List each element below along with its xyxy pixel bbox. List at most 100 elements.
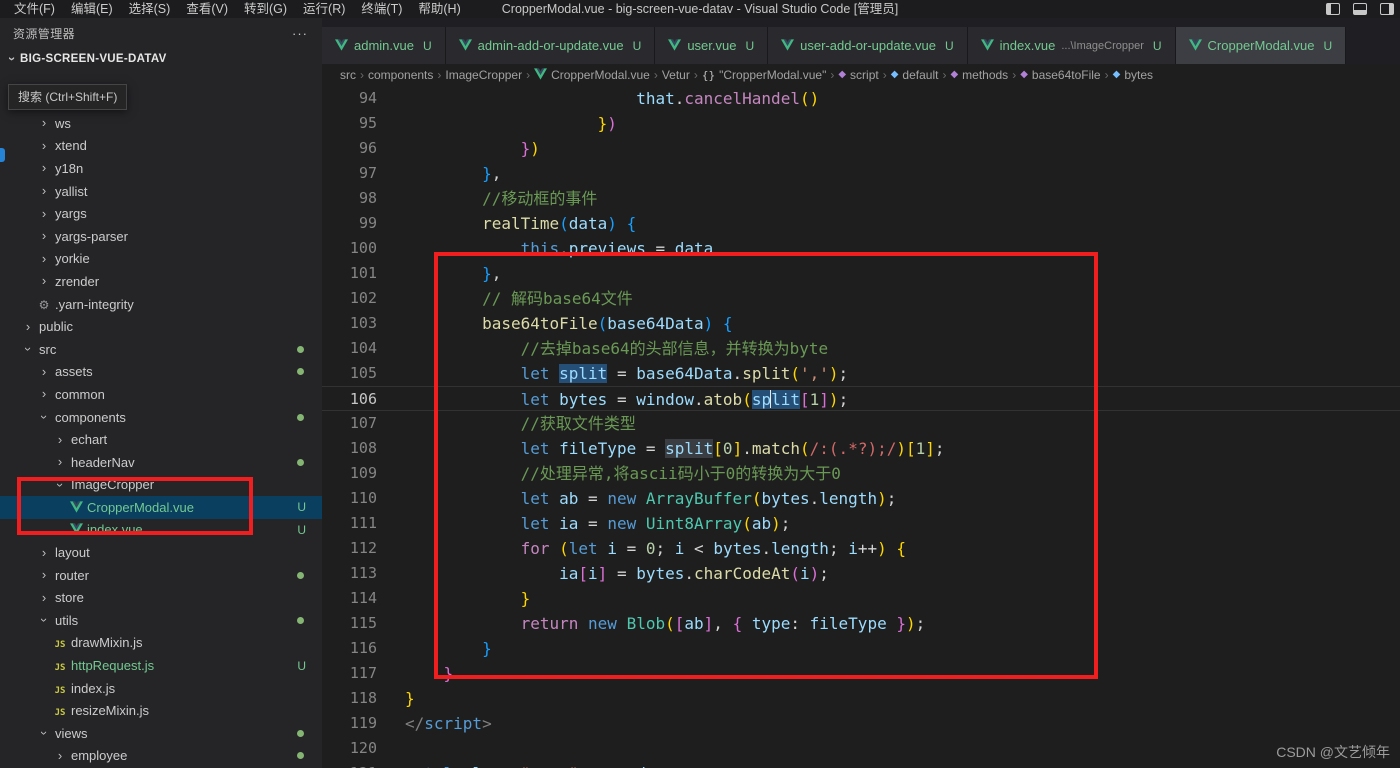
editor-tab[interactable]: admin-add-or-update.vue U <box>445 27 656 64</box>
editor-tab[interactable]: CropperModal.vue U <box>1175 27 1347 64</box>
menu-item[interactable]: 运行(R) <box>295 0 353 18</box>
tree-item-yargs-parser[interactable]: › yargs-parser <box>0 225 322 248</box>
toggle-secondary-sidebar-icon[interactable] <box>1380 2 1394 15</box>
tree-item-utils[interactable]: › utils <box>0 609 322 632</box>
code-editor[interactable]: 94 that.cancelHandel() 95 }) 96 }) 97 }, 98 … <box>322 86 1400 768</box>
tree-item-ImageCropper[interactable]: › ImageCropper <box>0 474 322 497</box>
breadcrumb-item[interactable]: ◆ base64toFile <box>1020 68 1100 82</box>
tree-item-httpRequest.js[interactable]: JS httpRequest.js U <box>0 654 322 677</box>
tree-item-resizeMixin.js[interactable]: JS resizeMixin.js <box>0 699 322 722</box>
watermark: CSDN @文艺倾年 <box>1276 744 1390 760</box>
breadcrumb-item[interactable]: CropperModal.vue <box>534 68 650 82</box>
git-modified-dot <box>297 368 304 376</box>
code-line[interactable]: 102 // 解码base64文件 <box>322 286 1400 311</box>
chevron-right-icon: › <box>437 68 442 82</box>
tree-item-employee[interactable]: › employee <box>0 745 322 768</box>
editor-tab[interactable]: index.vue ...\ImageCropper U <box>967 27 1176 64</box>
breadcrumb-item[interactable]: ImageCropper <box>445 68 522 82</box>
tab-description: ...\ImageCropper <box>1061 39 1144 52</box>
tree-item-y18n[interactable]: › y18n <box>0 157 322 180</box>
code-line[interactable]: 115 return new Blob([ab], { type: fileTy… <box>322 611 1400 636</box>
menu-item[interactable]: 查看(V) <box>178 0 236 18</box>
menu-item[interactable]: 帮助(H) <box>410 0 468 18</box>
editor-tab[interactable]: user-add-or-update.vue U <box>768 27 968 64</box>
code-line[interactable]: 118} <box>322 686 1400 711</box>
tab-bar: admin.vue Uadmin-add-or-update.vue Uuser.v… <box>322 18 1400 64</box>
tree-item-CropperModal.vue[interactable]: CropperModal.vue U <box>0 496 322 519</box>
tree-item-views[interactable]: › views <box>0 722 322 745</box>
code-line[interactable]: 107 //获取文件类型 <box>322 411 1400 436</box>
tree-item-store[interactable]: › store <box>0 586 322 609</box>
menu-item[interactable]: 选择(S) <box>121 0 179 18</box>
tree-item-common[interactable]: › common <box>0 383 322 406</box>
code-line[interactable]: 106 let bytes = window.atob(split[1]); <box>322 386 1400 411</box>
breadcrumb-item[interactable]: ◆ methods <box>950 68 1008 82</box>
code-line[interactable]: 121<style lang="scss" scoped> <box>322 761 1400 768</box>
symbol-method-icon: ◆ <box>950 69 959 80</box>
tree-item-src[interactable]: › src <box>0 338 322 361</box>
code-line[interactable]: 119 </script> <box>322 711 1400 736</box>
tree-item-.yarn-integrity[interactable]: ⚙ .yarn-integrity <box>0 293 322 316</box>
code-line[interactable]: 97 }, <box>322 161 1400 186</box>
editor-tab[interactable]: user.vue U <box>655 27 769 64</box>
code-line[interactable]: 94 that.cancelHandel() <box>322 86 1400 111</box>
project-root-row[interactable]: › BIG-SCREEN-VUE-DATAV <box>0 48 322 70</box>
tree-item-zrender[interactable]: › zrender <box>0 270 322 293</box>
more-actions-icon[interactable]: ··· <box>292 26 308 41</box>
code-line[interactable]: 109 //处理异常,将ascii码小于0的转换为大于0 <box>322 461 1400 486</box>
code-line[interactable]: 112 for (let i = 0; i < bytes.length; i+… <box>322 536 1400 561</box>
line-number: 109 <box>349 464 377 482</box>
tree-item-components[interactable]: › components <box>0 406 322 429</box>
tab-label: user.vue <box>687 38 737 53</box>
breadcrumb-item[interactable]: {} "CropperModal.vue" <box>702 68 827 82</box>
code-line[interactable]: 116 } <box>322 636 1400 661</box>
tree-item-index.vue[interactable]: index.vue U <box>0 519 322 542</box>
workbench: 资源管理器 ··· › BIG-SCREEN-VUE-DATAV › ws › xte… <box>0 18 1400 768</box>
menu-item[interactable]: 文件(F) <box>6 0 63 18</box>
code-line[interactable]: 98 //移动框的事件 <box>322 186 1400 211</box>
line-number: 103 <box>349 314 377 332</box>
breadcrumb-item[interactable]: Vetur <box>662 68 690 82</box>
breadcrumb-item[interactable]: components <box>368 68 433 82</box>
tree-item-label: yorkie <box>55 251 90 267</box>
code-line[interactable]: 120 <box>322 736 1400 761</box>
editor-tab[interactable]: admin.vue U <box>322 27 446 64</box>
tree-item-headerNav[interactable]: › headerNav <box>0 451 322 474</box>
tree-item-index.js[interactable]: JS index.js <box>0 677 322 700</box>
code-line[interactable]: 111 let ia = new Uint8Array(ab); <box>322 511 1400 536</box>
code-line[interactable]: 100 this.previews = data <box>322 236 1400 261</box>
code-line[interactable]: 101 }, <box>322 261 1400 286</box>
code-line[interactable]: 105 let split = base64Data.split(','); <box>322 361 1400 386</box>
tree-item-ws[interactable]: › ws <box>0 112 322 135</box>
breadcrumb-item[interactable]: ◆ bytes <box>1113 68 1153 82</box>
tree-item-yargs[interactable]: › yargs <box>0 202 322 225</box>
code-line[interactable]: 108 let fileType = split[0].match(/:(.*?… <box>322 436 1400 461</box>
tree-item-assets[interactable]: › assets <box>0 361 322 384</box>
tree-item-xtend[interactable]: › xtend <box>0 135 322 158</box>
tree-item-echart[interactable]: › echart <box>0 428 322 451</box>
code-line[interactable]: 114 } <box>322 586 1400 611</box>
tree-item-layout[interactable]: › layout <box>0 541 322 564</box>
breadcrumb-item[interactable]: ◆ script <box>838 68 878 82</box>
breadcrumb-item[interactable]: src <box>340 68 356 82</box>
code-line[interactable]: 110 let ab = new ArrayBuffer(bytes.lengt… <box>322 486 1400 511</box>
menu-item[interactable]: 转到(G) <box>236 0 295 18</box>
code-line[interactable]: 104 //去掉base64的头部信息，并转换为byte <box>322 336 1400 361</box>
code-line[interactable]: 117 } <box>322 661 1400 686</box>
tree-item-router[interactable]: › router <box>0 564 322 587</box>
code-line[interactable]: 113 ia[i] = bytes.charCodeAt(i); <box>322 561 1400 586</box>
tree-item-yorkie[interactable]: › yorkie <box>0 248 322 271</box>
tree-item-drawMixin.js[interactable]: JS drawMixin.js <box>0 632 322 655</box>
tree-item-public[interactable]: › public <box>0 315 322 338</box>
toggle-sidebar-icon[interactable] <box>1326 2 1340 15</box>
menu-item[interactable]: 终端(T) <box>353 0 410 18</box>
code-line[interactable]: 95 }) <box>322 111 1400 136</box>
code-line[interactable]: 99 realTime(data) { <box>322 211 1400 236</box>
breadcrumb-item[interactable]: ◆ default <box>891 68 939 82</box>
tree-item-yallist[interactable]: › yallist <box>0 180 322 203</box>
toggle-panel-icon[interactable] <box>1353 2 1367 15</box>
explorer-title: 资源管理器 <box>13 26 76 41</box>
code-line[interactable]: 103 base64toFile(base64Data) { <box>322 311 1400 336</box>
menu-item[interactable]: 编辑(E) <box>63 0 121 18</box>
code-line[interactable]: 96 }) <box>322 136 1400 161</box>
